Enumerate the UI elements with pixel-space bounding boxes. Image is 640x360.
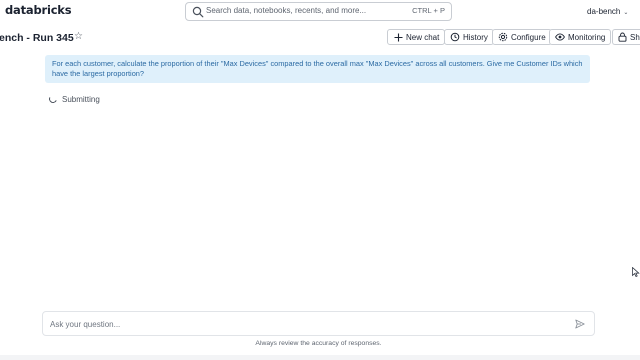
- gear-icon: [498, 32, 508, 42]
- global-search-box[interactable]: Search data, notebooks, recents, and mor…: [185, 2, 452, 21]
- mouse-pointer-icon: [632, 267, 640, 277]
- plus-icon: [393, 32, 403, 42]
- history-label: History: [463, 32, 488, 42]
- new-chat-button[interactable]: New chat: [387, 29, 446, 45]
- lock-icon: [618, 32, 627, 42]
- loading-spinner-icon: [47, 93, 59, 105]
- bottom-divider: [0, 355, 640, 360]
- search-icon: [192, 6, 204, 18]
- search-placeholder: Search data, notebooks, recents, and mor…: [206, 6, 367, 15]
- user-question-bubble: For each customer, calculate the proport…: [45, 55, 590, 83]
- workspace-name: da-bench: [587, 7, 621, 16]
- monitoring-button[interactable]: Monitoring: [549, 29, 612, 45]
- response-status: Submitting: [47, 93, 100, 105]
- accuracy-disclaimer: Always review the accuracy of responses.: [255, 340, 382, 347]
- share-button[interactable]: Sha: [612, 29, 640, 45]
- send-icon[interactable]: [575, 319, 585, 329]
- monitoring-label: Monitoring: [568, 32, 606, 42]
- page-title: ench - Run 345: [0, 32, 74, 44]
- history-icon: [450, 32, 460, 42]
- eye-icon: [555, 32, 565, 42]
- status-text: Submitting: [62, 94, 100, 104]
- history-button[interactable]: History: [444, 29, 494, 45]
- workspace-switcher[interactable]: da-bench ⌄: [587, 7, 628, 16]
- question-composer[interactable]: [42, 311, 595, 336]
- search-shortcut-hint: CTRL + P: [412, 6, 445, 15]
- star-icon[interactable]: ☆: [74, 31, 83, 42]
- top-bar: databricks Search data, notebooks, recen…: [0, 0, 640, 26]
- configure-label: Configure: [511, 32, 546, 42]
- question-input[interactable]: [50, 317, 550, 331]
- new-chat-label: New chat: [406, 32, 440, 42]
- databricks-logo[interactable]: databricks: [5, 3, 72, 17]
- share-label: Sha: [630, 32, 640, 42]
- chevron-down-icon: ⌄: [623, 10, 629, 16]
- configure-button[interactable]: Configure: [492, 29, 552, 45]
